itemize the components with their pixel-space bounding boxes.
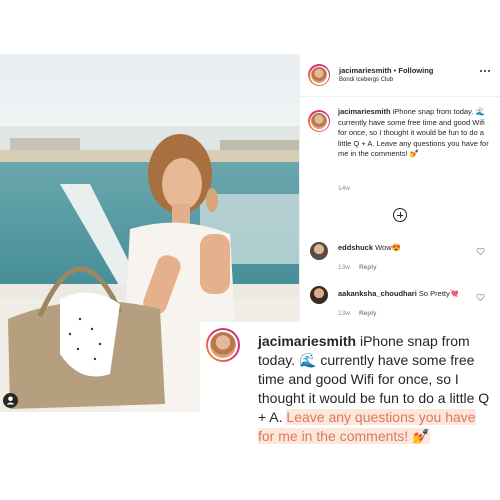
zoomed-username: jacimariesmith — [258, 333, 357, 349]
header-username[interactable]: jacimariesmith — [339, 66, 392, 75]
wave-emoji: 🌊 — [475, 107, 485, 116]
zoomed-nail-emoji: 💅 — [412, 428, 430, 444]
zoomed-caption-card: jacimariesmith iPhone snap from today. 🌊… — [200, 322, 500, 444]
header-username-row: jacimariesmith • Following — [339, 66, 433, 75]
more-options-icon[interactable] — [480, 68, 492, 74]
location-link[interactable]: Bondi Icebergs Club — [339, 77, 393, 83]
comment-username[interactable]: aakanksha_choudhari — [338, 289, 417, 298]
separator-dot: • — [393, 66, 397, 75]
comment-body: aakanksha_choudhari So Pretty💘 — [338, 289, 459, 298]
author-avatar[interactable] — [308, 64, 330, 86]
caption-text-part1: iPhone snap from today. — [392, 107, 476, 116]
comment-text: Wow😍 — [375, 243, 401, 252]
caption: jacimariesmith iPhone snap from today. 🌊… — [338, 107, 490, 160]
comment-username[interactable]: eddshuck — [338, 243, 373, 252]
zoomed-wave-emoji: 🌊 — [299, 352, 317, 368]
plus-circle-icon[interactable] — [393, 208, 407, 222]
comment-meta: 13w Reply — [338, 264, 377, 271]
zoomed-highlighted-question: Leave any questions you have for me in t… — [258, 409, 476, 444]
commenter-avatar[interactable] — [310, 242, 328, 260]
comment-time[interactable]: 13w — [338, 310, 350, 317]
nail-polish-emoji: 💅 — [409, 149, 420, 158]
comment-time[interactable]: 13w — [338, 264, 350, 271]
reply-button[interactable]: Reply — [359, 310, 377, 317]
zoomed-caption: jacimariesmith iPhone snap from today. 🌊… — [258, 332, 494, 446]
commenter-avatar[interactable] — [310, 286, 328, 304]
comment-text: So Pretty💘 — [418, 289, 460, 298]
heart-icon[interactable] — [476, 247, 485, 256]
user-tag-icon[interactable] — [3, 393, 18, 408]
comment-meta: 13w Reply — [338, 310, 377, 317]
follow-status[interactable]: Following — [398, 66, 433, 75]
reply-button[interactable]: Reply — [359, 264, 377, 271]
caption-author-avatar[interactable] — [308, 110, 330, 132]
heart-icon[interactable] — [476, 293, 485, 302]
comment-body: eddshuck Wow😍 — [338, 243, 401, 252]
zoomed-caption-part3: Leave any questions you have for me in t… — [258, 409, 476, 444]
post-header: jacimariesmith • Following Bondi Iceberg… — [300, 54, 500, 97]
caption-username[interactable]: jacimariesmith — [338, 107, 391, 116]
zoomed-author-avatar — [206, 328, 240, 362]
post-time[interactable]: 14w — [338, 185, 350, 192]
